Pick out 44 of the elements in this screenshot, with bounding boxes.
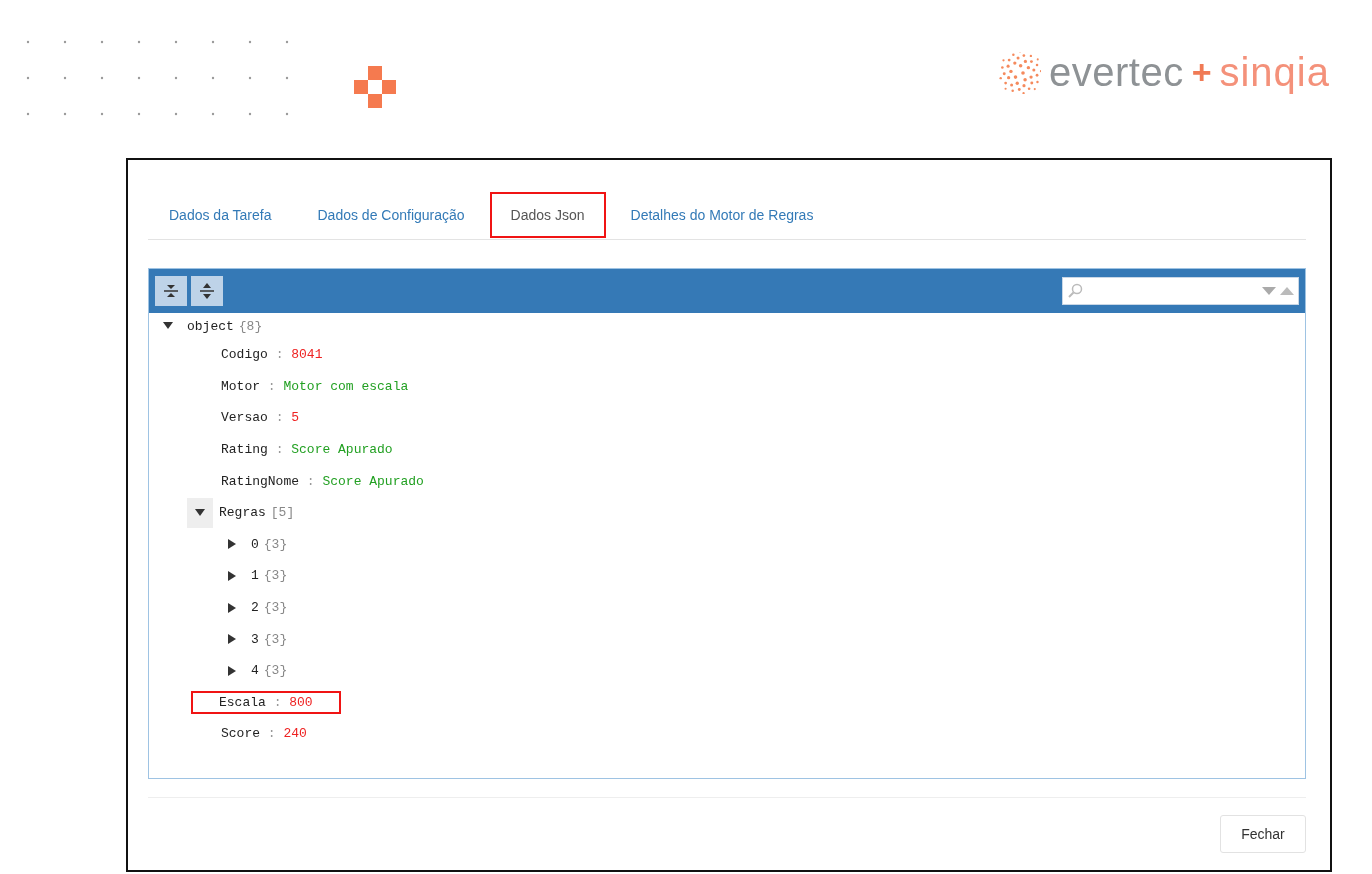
caret-right-icon [226, 633, 238, 646]
caret-right-icon [226, 601, 238, 614]
tab[interactable]: Detalhes do Motor de Regras [609, 192, 835, 238]
tree-entry: Codigo : 8041 [220, 346, 324, 365]
tree-entry: Score : 240 [220, 725, 308, 744]
logo-brand-text: evertec [1048, 50, 1184, 95]
tree-node-key: Regras [219, 505, 266, 521]
tree-node-count: {8} [238, 318, 263, 334]
caret-right-icon [226, 569, 238, 582]
tree-entry: RatingNome : Score Apurado [220, 472, 425, 491]
tree-node-count: {3} [263, 631, 288, 647]
tab[interactable]: Dados de Configuração [296, 192, 486, 238]
collapse-all-button[interactable] [155, 276, 187, 306]
collapse-icon [163, 282, 179, 300]
tree-entry: Versao : 5 [220, 409, 301, 428]
caret-down-icon [1262, 286, 1276, 296]
cross-icon [354, 66, 396, 108]
tree-node-count: {3} [263, 568, 288, 584]
search-icon [1067, 283, 1083, 299]
tree-node-key: 0 [251, 536, 259, 552]
tree-node-key: 2 [251, 600, 259, 616]
expand-icon [199, 282, 215, 300]
close-button[interactable]: Fechar [1220, 815, 1306, 853]
caret-right-icon [226, 664, 238, 677]
tree-entry: Rating : Score Apurado [220, 441, 394, 460]
tree-node-key: 4 [251, 663, 259, 679]
tree-node-count: [5] [270, 505, 295, 521]
logo-partner-text: sinqia [1219, 50, 1330, 95]
sunburst-logo-icon [998, 51, 1041, 94]
tree-node-key: object [187, 318, 234, 334]
expand-toggle[interactable] [187, 497, 213, 528]
tab[interactable]: Dados Json [489, 192, 606, 238]
logo-plus-text: + [1191, 53, 1212, 92]
tree-node-count: {3} [263, 536, 288, 552]
tree-node-count: {3} [263, 663, 288, 679]
caret-up-icon [1280, 286, 1294, 296]
expand-all-button[interactable] [191, 276, 223, 306]
tab[interactable]: Dados da Tarefa [148, 192, 293, 238]
caret-right-icon [226, 538, 238, 551]
tree-node-count: {3} [263, 600, 288, 616]
tree-entry: Escala : 800 [191, 690, 341, 714]
tree-entry: Motor : Motor com escala [220, 377, 410, 396]
tree-node-key: 1 [251, 568, 259, 584]
tree-node-key: 3 [251, 631, 259, 647]
